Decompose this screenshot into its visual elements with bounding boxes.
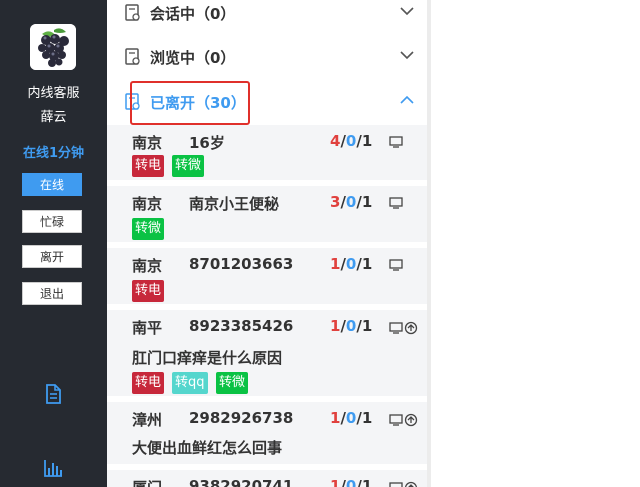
chevron-up-icon[interactable] — [400, 95, 414, 105]
group-browsing[interactable]: 浏览中（0） — [107, 35, 427, 79]
visitor-message: 肛门口痒痒是什么原因 — [132, 349, 283, 367]
status-away-button[interactable]: 离开 — [22, 245, 82, 268]
visitor-item[interactable]: 南京 南京小王便秘 3/0/1 转微 — [107, 186, 427, 242]
visitor-counts: 3/0/1 — [330, 193, 372, 211]
tag-transfer-phone[interactable]: 转电 — [132, 280, 165, 302]
visitor-city: 南京 — [132, 195, 163, 213]
visitor-counts: 1/0/1 — [330, 477, 372, 487]
tag-transfer-wechat[interactable]: 转微 — [216, 372, 249, 394]
visitor-item[interactable]: 南京 16岁 4/0/1 转电 转微 — [107, 125, 427, 180]
visitor-name: 9382920741 — [189, 477, 294, 487]
visitor-city: 南平 — [132, 319, 163, 337]
visitor-name: 2982926738 — [189, 409, 294, 427]
session-list-icon — [125, 4, 140, 21]
count-replies: 0 — [345, 132, 357, 150]
count-replies: 0 — [345, 477, 357, 487]
desktop-icon — [389, 321, 418, 335]
count-messages: 3 — [330, 193, 341, 211]
agent-name: 薛云 — [40, 110, 67, 125]
count-visits: 1 — [361, 317, 373, 335]
visitor-item[interactable]: 厦门 9382920741 1/0/1 — [107, 470, 427, 487]
desktop-icon — [389, 413, 418, 427]
agent-department: 内线客服 — [27, 86, 80, 101]
visitor-city: 厦门 — [132, 477, 162, 487]
highlight-annotation — [130, 81, 250, 125]
online-duration: 在线1分钟 — [22, 146, 85, 161]
count-visits: 1 — [361, 409, 373, 427]
desktop-icon — [389, 481, 418, 487]
browsing-list-icon — [125, 48, 140, 65]
bar-chart-icon[interactable] — [42, 457, 64, 479]
visitor-name: 16岁 — [189, 134, 225, 152]
count-messages: 1 — [330, 317, 341, 335]
chevron-down-icon[interactable] — [400, 50, 414, 60]
visitor-counts: 4/0/1 — [330, 132, 372, 150]
count-visits: 1 — [361, 255, 373, 273]
desktop-icon — [389, 136, 403, 148]
count-messages: 4 — [330, 132, 341, 150]
desktop-icon — [389, 197, 403, 209]
visitor-city: 漳州 — [132, 411, 163, 429]
count-replies: 0 — [345, 193, 357, 211]
visitor-city: 南京 — [132, 257, 163, 275]
count-visits: 1 — [361, 132, 373, 150]
visitor-counts: 1/0/1 — [330, 255, 372, 273]
logout-button[interactable]: 退出 — [22, 282, 82, 305]
visitor-message: 大便出血鲜红怎么回事 — [132, 439, 283, 457]
count-replies: 0 — [345, 409, 357, 427]
visitor-counts: 1/0/1 — [330, 409, 372, 427]
visitor-item[interactable]: 南京 8701203663 1/0/1 转电 — [107, 248, 427, 304]
count-replies: 0 — [345, 255, 357, 273]
grapes-icon — [30, 24, 76, 70]
group-label: 浏览中（0） — [150, 49, 236, 67]
tag-transfer-phone[interactable]: 转电 — [132, 155, 165, 177]
status-busy-button[interactable]: 忙碌 — [22, 210, 82, 233]
status-online-button[interactable]: 在线 — [22, 173, 82, 196]
visitor-name: 8701203663 — [189, 255, 294, 273]
tag-transfer-phone[interactable]: 转电 — [132, 372, 165, 394]
agent-avatar[interactable] — [30, 24, 76, 70]
count-replies: 0 — [345, 317, 357, 335]
tag-transfer-qq[interactable]: 转qq — [172, 372, 208, 394]
group-in-session[interactable]: 会话中（0） — [107, 0, 427, 35]
tag-transfer-wechat[interactable]: 转微 — [172, 155, 205, 177]
count-messages: 1 — [330, 409, 341, 427]
document-icon[interactable] — [42, 383, 64, 405]
count-messages: 1 — [330, 477, 341, 487]
visitor-name: 8923385426 — [189, 317, 294, 335]
tag-transfer-wechat[interactable]: 转微 — [132, 218, 165, 240]
sidebar: 内线客服 薛云 在线1分钟 在线 忙碌 离开 退出 — [0, 0, 107, 487]
visitor-counts: 1/0/1 — [330, 317, 372, 335]
panel-divider — [427, 0, 431, 487]
count-messages: 1 — [330, 255, 341, 273]
group-label: 会话中（0） — [150, 5, 236, 23]
count-visits: 1 — [361, 477, 373, 487]
visitor-list-panel: 会话中（0） 浏览中（0） 已离开（30） 南京 16岁 4/0/1 转电 转微… — [107, 0, 427, 487]
chevron-down-icon[interactable] — [400, 6, 414, 16]
visitor-item[interactable]: 漳州 2982926738 1/0/1 大便出血鲜红怎么回事 — [107, 402, 427, 464]
visitor-city: 南京 — [132, 134, 163, 152]
desktop-icon — [389, 259, 403, 271]
count-visits: 1 — [361, 193, 373, 211]
visitor-item[interactable]: 南平 8923385426 1/0/1 肛门口痒痒是什么原因 转电 转qq 转微 — [107, 310, 427, 396]
visitor-name: 南京小王便秘 — [189, 195, 280, 213]
